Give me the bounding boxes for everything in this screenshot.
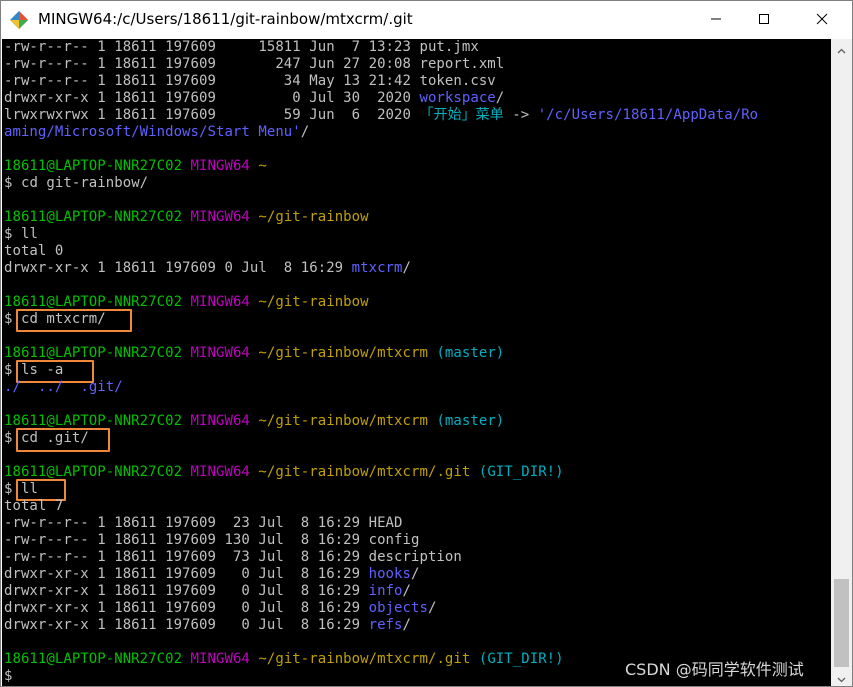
prompt-env: MINGW64 — [190, 464, 250, 480]
ls-row: -rw-r--r-- 1 18611 197609 247 Jun 27 20:… — [4, 56, 505, 72]
prompt-user: 18611@LAPTOP-NNR27C02 — [4, 209, 183, 225]
output-total: total 0 — [4, 243, 64, 259]
highlight-box — [16, 309, 132, 332]
directory-name: refs — [368, 617, 403, 633]
prompt-env: MINGW64 — [190, 413, 250, 429]
file-name: HEAD — [368, 515, 403, 531]
prompt-user: 18611@LAPTOP-NNR27C02 — [4, 294, 183, 310]
prompt-user: 18611@LAPTOP-NNR27C02 — [4, 345, 183, 361]
ls-row: -rw-r--r-- 1 18611 197609 73 Jul 8 16:29… — [4, 549, 462, 565]
prompt-user: 18611@LAPTOP-NNR27C02 — [4, 158, 183, 174]
file-name: token.csv — [419, 73, 496, 89]
close-button[interactable] — [799, 1, 845, 38]
prompt-path: ~/git-rainbow/mtxcrm/.git — [258, 464, 471, 480]
command-text: cd git-rainbow/ — [20, 175, 149, 191]
link-name: 「开始」菜单 — [419, 107, 504, 123]
prompt-line: 18611@LAPTOP-NNR27C02 MINGW64 ~/git-rain… — [4, 464, 564, 481]
prompt-line: 18611@LAPTOP-NNR27C02 MINGW64 ~ — [4, 158, 267, 175]
ls-row: drwxr-xr-x 1 18611 197609 0 Jul 8 16:29 … — [4, 566, 420, 582]
git-bash-icon — [9, 10, 29, 30]
ls-row: -rw-r--r-- 1 18611 197609 130 Jul 8 16:2… — [4, 532, 420, 548]
minimize-icon — [710, 10, 722, 29]
ls-a-output: ./ ../ .git/ — [4, 379, 123, 395]
scroll-up-button[interactable] — [831, 39, 852, 57]
prompt-env: MINGW64 — [190, 294, 250, 310]
ls-row-wrap: aming/Microsoft/Windows/Start Menu'/ — [4, 124, 310, 140]
file-name: description — [368, 549, 462, 565]
prompt-path: ~/git-rainbow/mtxcrm — [258, 413, 428, 429]
ls-row: drwxr-xr-x 1 18611 197609 0 Jul 8 16:29 … — [4, 583, 411, 599]
prompt-env: MINGW64 — [190, 651, 250, 667]
prompt-line: 18611@LAPTOP-NNR27C02 MINGW64 ~/git-rain… — [4, 651, 564, 668]
prompt-branch: (GIT_DIR!) — [478, 464, 564, 480]
prompt-user: 18611@LAPTOP-NNR27C02 — [4, 651, 183, 667]
prompt-user: 18611@LAPTOP-NNR27C02 — [4, 464, 183, 480]
prompt-path: ~/git-rainbow — [258, 209, 369, 225]
link-target-wrap: aming/Microsoft/Windows/Start Menu' — [4, 124, 301, 140]
ls-row: drwxr-xr-x 1 18611 197609 0 Jul 8 16:29 … — [4, 600, 437, 616]
window-title: MINGW64:/c/Users/18611/git-rainbow/mtxcr… — [38, 10, 413, 28]
command-text: ll — [20, 226, 38, 242]
prompt-path: ~ — [258, 158, 267, 174]
prompt-env: MINGW64 — [190, 345, 250, 361]
watermark: CSDN @码同学软件测试 — [625, 660, 804, 679]
file-name: put.jmx — [419, 39, 479, 55]
prompt-user: 18611@LAPTOP-NNR27C02 — [4, 413, 183, 429]
prompt-path: ~/git-rainbow/mtxcrm — [258, 345, 428, 361]
directory-name: hooks — [368, 566, 411, 582]
directory-name: objects — [368, 600, 428, 616]
command-line-active[interactable]: $ — [4, 668, 21, 685]
directory-name: info — [368, 583, 403, 599]
prompt-line: 18611@LAPTOP-NNR27C02 MINGW64 ~/git-rain… — [4, 209, 369, 226]
prompt-branch: (master) — [436, 413, 505, 429]
minimize-button[interactable] — [693, 1, 739, 38]
highlight-box — [16, 428, 110, 452]
prompt-path: ~/git-rainbow — [258, 294, 369, 310]
prompt-branch: (GIT_DIR!) — [478, 651, 564, 667]
directory-name: mtxcrm — [351, 260, 403, 276]
file-name: report.xml — [419, 56, 505, 72]
ls-row: drwxr-xr-x 1 18611 197609 0 Jul 8 16:29 … — [4, 260, 411, 276]
ls-row: -rw-r--r-- 1 18611 197609 34 May 13 21:4… — [4, 73, 496, 89]
command-line: $ cd git-rainbow/ — [4, 175, 149, 191]
terminal-window: MINGW64:/c/Users/18611/git-rainbow/mtxcr… — [0, 0, 853, 687]
scroll-down-button[interactable] — [831, 668, 852, 686]
ls-row: lrwxrwxrwx 1 18611 197609 59 Jun 6 2020 … — [4, 107, 759, 123]
chevron-down-icon — [837, 668, 846, 687]
vertical-scrollbar[interactable] — [831, 39, 852, 686]
prompt-branch: (master) — [436, 345, 505, 361]
ls-row: -rw-r--r-- 1 18611 197609 23 Jul 8 16:29… — [4, 515, 403, 531]
maximize-icon — [758, 10, 770, 29]
prompt-path: ~/git-rainbow/mtxcrm/.git — [258, 651, 471, 667]
prompt-env: MINGW64 — [190, 158, 250, 174]
directory-name: workspace — [419, 90, 496, 106]
prompt-env: MINGW64 — [190, 209, 250, 225]
ls-row: -rw-r--r-- 1 18611 197609 15811 Jun 7 13… — [4, 39, 479, 55]
link-target: '/c/Users/18611/AppData/Ro — [537, 107, 759, 123]
scrollbar-thumb[interactable] — [834, 579, 849, 667]
maximize-button[interactable] — [741, 1, 787, 38]
terminal-output[interactable]: -rw-r--r-- 1 18611 197609 15811 Jun 7 13… — [2, 39, 831, 686]
close-icon — [816, 10, 828, 29]
chevron-up-icon — [837, 39, 846, 58]
output-total: total 7 — [4, 498, 64, 514]
ls-row: drwxr-xr-x 1 18611 197609 0 Jul 8 16:29 … — [4, 617, 411, 633]
ls-row: drwxr-xr-x 1 18611 197609 0 Jul 30 2020 … — [4, 90, 505, 106]
file-name: config — [368, 532, 420, 548]
title-bar[interactable]: MINGW64:/c/Users/18611/git-rainbow/mtxcr… — [1, 1, 852, 38]
command-line: $ ll — [4, 226, 38, 242]
